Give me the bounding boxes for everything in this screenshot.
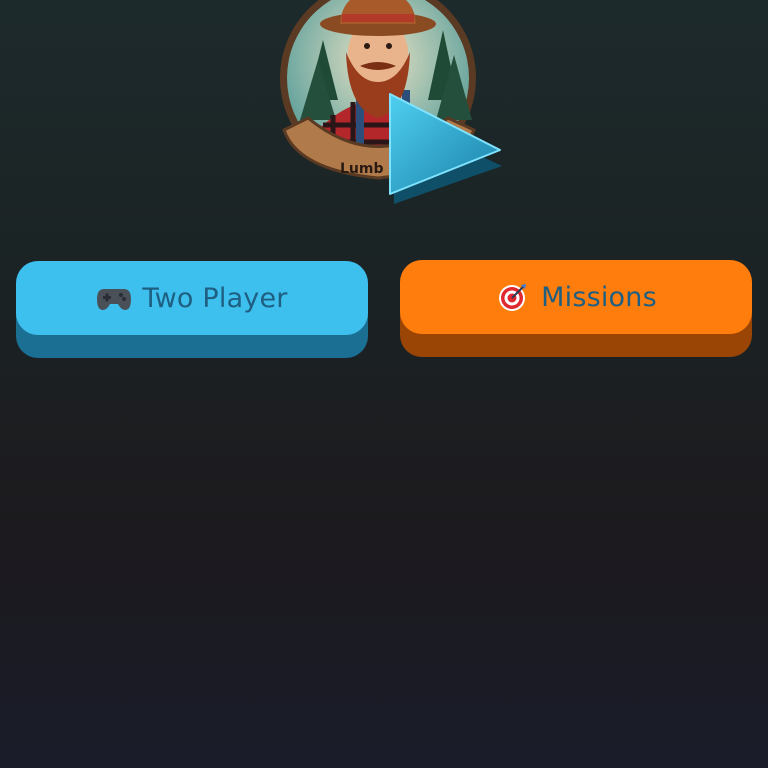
- lumberjack-emblem-graphic: Lumb: [280, 0, 502, 204]
- missions-button[interactable]: Missions: [400, 260, 752, 357]
- two-player-button[interactable]: Two Player: [16, 261, 368, 358]
- missions-button-face[interactable]: Missions: [400, 260, 752, 334]
- target-icon: [495, 282, 531, 312]
- logo-banner-text: Lumb: [340, 161, 384, 177]
- two-player-label: Two Player: [142, 282, 288, 314]
- lumberjack-logo[interactable]: Lumb: [278, 0, 504, 216]
- missions-label: Missions: [541, 281, 657, 313]
- gamepad-icon: [96, 283, 132, 313]
- two-player-button-face[interactable]: Two Player: [16, 261, 368, 335]
